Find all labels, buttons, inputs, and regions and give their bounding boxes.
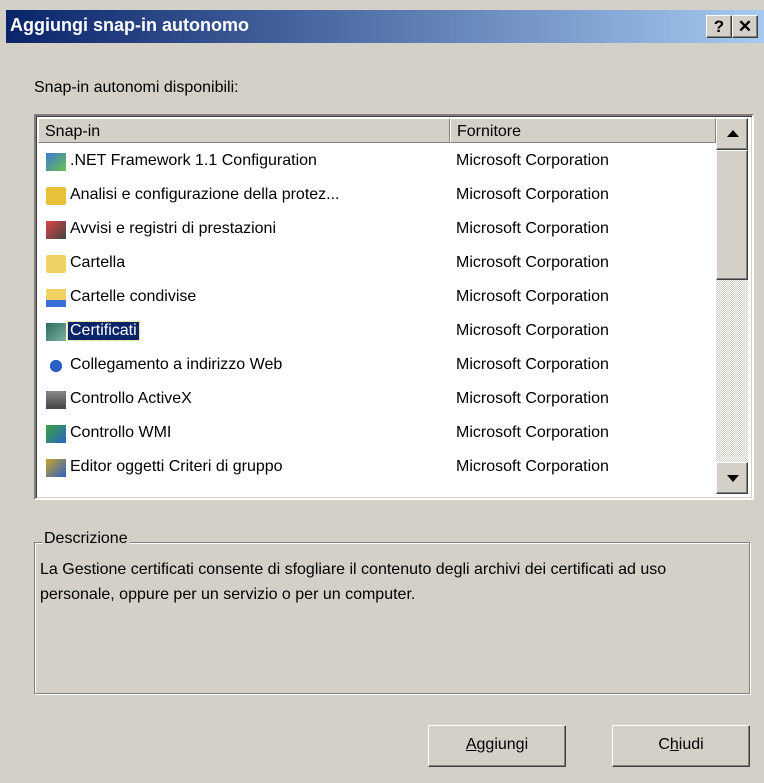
snapin-vendor: Microsoft Corporation <box>456 458 609 475</box>
list-item[interactable]: Cartelle condivise Microsoft Corporation <box>38 281 714 315</box>
arrow-up-icon <box>727 130 739 137</box>
list-item[interactable]: Certificati Microsoft Corporation <box>38 315 714 349</box>
snapin-name: Editor oggetti Criteri di gruppo <box>70 458 283 475</box>
close-button-mnemonic: h <box>669 736 679 753</box>
add-button-mnemonic: A <box>465 736 477 753</box>
close-button[interactable]: Chiudi <box>612 725 750 767</box>
snapin-name: Controllo WMI <box>70 424 172 441</box>
help-button[interactable]: ? <box>706 15 732 38</box>
title-bar[interactable]: Aggiungi snap-in autonomo ? ✕ <box>6 10 764 43</box>
list-item[interactable]: Collegamento a indirizzo Web Microsoft Co… <box>38 349 714 383</box>
group-policy-icon <box>46 459 66 477</box>
performance-logs-icon <box>46 221 66 239</box>
close-button-label-end: iudi <box>678 736 704 753</box>
scroll-thumb[interactable] <box>716 150 748 280</box>
available-snapins-label: Snap-in autonomi disponibili: <box>34 79 239 96</box>
snapin-name: Analisi e configurazione della protez... <box>70 186 340 203</box>
net-config-icon <box>46 153 66 171</box>
snapin-name: Avvisi e registri di prestazioni <box>70 220 277 237</box>
snapin-name: Cartelle condivise <box>70 288 197 305</box>
snapin-vendor: Microsoft Corporation <box>456 220 609 237</box>
activex-icon <box>46 391 66 409</box>
description-text: La Gestione certificati consente di sfog… <box>40 561 667 603</box>
snapin-vendor: Microsoft Corporation <box>456 288 609 305</box>
web-link-icon <box>46 357 66 375</box>
scroll-down-button[interactable] <box>716 462 748 494</box>
scroll-up-button[interactable] <box>716 118 748 150</box>
snapin-vendor: Microsoft Corporation <box>456 322 609 339</box>
snapin-name: Controllo ActiveX <box>70 390 192 407</box>
snapin-name: Collegamento a indirizzo Web <box>70 356 283 373</box>
snapin-name: Cartella <box>70 254 126 271</box>
snapin-vendor: Microsoft Corporation <box>456 186 609 203</box>
close-icon[interactable]: ✕ <box>732 15 758 38</box>
arrow-down-icon <box>727 475 739 482</box>
security-analysis-icon <box>46 187 66 205</box>
certificates-icon <box>46 323 66 341</box>
snapin-vendor: Microsoft Corporation <box>456 390 609 407</box>
snapin-name: .NET Framework 1.1 Configuration <box>70 152 317 169</box>
snapin-name: Certificati <box>67 321 140 341</box>
list-item[interactable]: Analisi e configurazione della protez...… <box>38 179 714 213</box>
list-item[interactable]: Avvisi e registri di prestazioni Microsof… <box>38 213 714 247</box>
list-item[interactable]: .NET Framework 1.1 Configuration Microsof… <box>38 145 714 179</box>
list-item[interactable]: Controllo WMI Microsoft Corporation <box>38 417 714 451</box>
description-legend: Descrizione <box>42 530 130 548</box>
snapin-vendor: Microsoft Corporation <box>456 424 609 441</box>
list-item[interactable]: Editor oggetti Criteri di gruppo Microsof… <box>38 451 714 485</box>
add-button-label: ggiungi <box>476 736 529 753</box>
snapin-vendor: Microsoft Corporation <box>456 356 609 373</box>
folder-icon <box>46 255 66 273</box>
wmi-control-icon <box>46 425 66 443</box>
column-header-vendor[interactable]: Fornitore <box>450 118 716 143</box>
column-header-snapin[interactable]: Snap-in <box>38 118 450 143</box>
snapin-vendor: Microsoft Corporation <box>456 152 609 169</box>
snapin-vendor: Microsoft Corporation <box>456 254 609 271</box>
snapin-list[interactable]: Snap-in Fornitore .NET Framework 1.1 Con… <box>34 114 754 500</box>
shared-folders-icon <box>46 289 66 307</box>
close-button-label-start: C <box>658 736 670 753</box>
list-item[interactable]: Controllo ActiveX Microsoft Corporation <box>38 383 714 417</box>
vertical-scrollbar[interactable] <box>716 118 748 494</box>
add-button[interactable]: Aggiungi <box>428 725 566 767</box>
list-item[interactable]: Cartella Microsoft Corporation <box>38 247 714 281</box>
window-title: Aggiungi snap-in autonomo <box>10 15 249 35</box>
